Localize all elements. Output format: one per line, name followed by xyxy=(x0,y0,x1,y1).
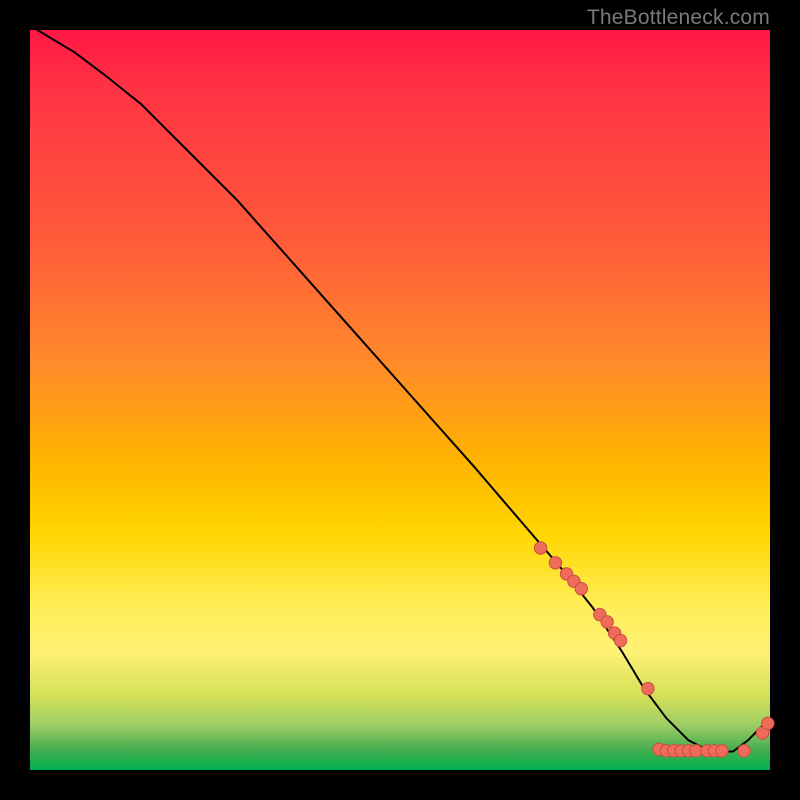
data-point xyxy=(738,745,750,757)
data-point xyxy=(716,745,728,757)
data-point xyxy=(642,682,654,694)
data-point xyxy=(762,717,774,729)
data-point xyxy=(549,557,561,569)
data-point xyxy=(575,583,587,595)
scatter-dots xyxy=(534,542,774,757)
watermark-text: TheBottleneck.com xyxy=(587,6,770,30)
plot-area xyxy=(30,30,770,770)
data-point xyxy=(534,542,546,554)
data-point xyxy=(690,745,702,757)
data-point xyxy=(601,616,613,628)
chart-svg xyxy=(30,30,770,770)
bottleneck-curve xyxy=(37,30,762,752)
chart-stage: TheBottleneck.com xyxy=(0,0,800,800)
data-point xyxy=(614,634,626,646)
